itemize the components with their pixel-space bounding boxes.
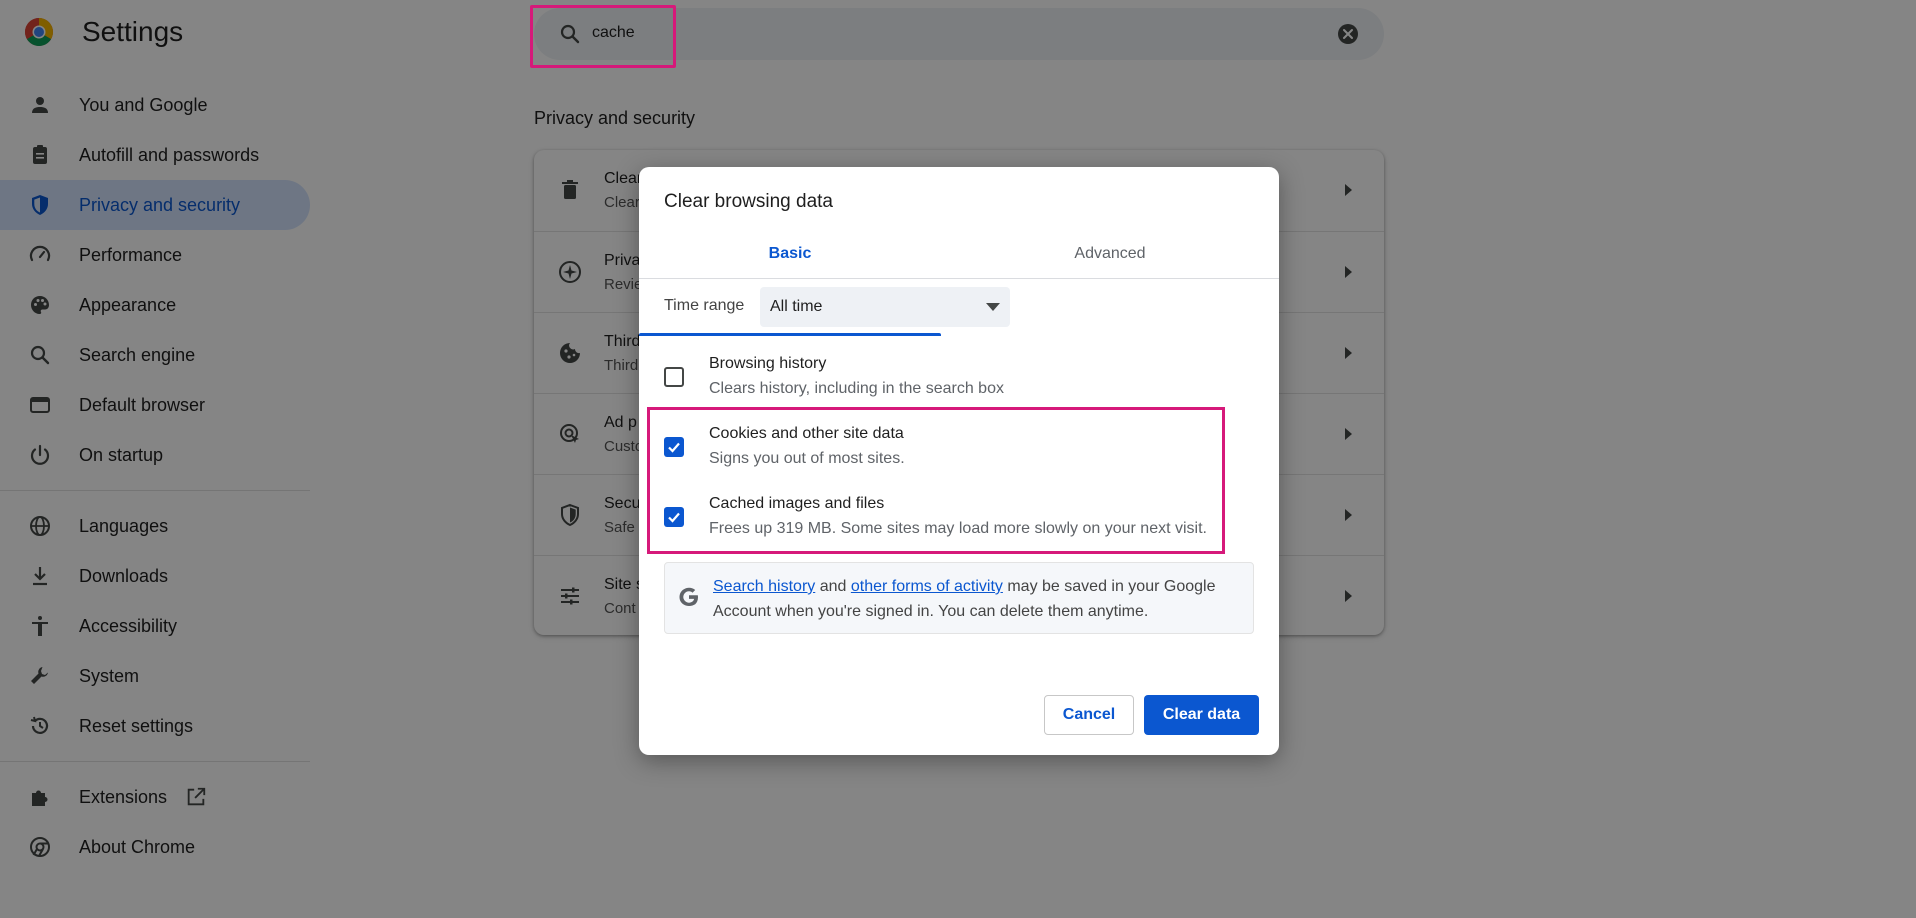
dialog-tabs: Basic Advanced [639, 229, 1279, 336]
option-title: Browsing history [709, 355, 827, 372]
tab-advanced[interactable]: Advanced [941, 229, 1279, 279]
active-tab-indicator [639, 333, 941, 336]
notice-text-part: and [815, 578, 851, 595]
notice-text: Search history and other forms of activi… [713, 574, 1233, 624]
option-browsing-history[interactable]: Browsing history Clears history, includi… [664, 355, 1254, 415]
search-history-link[interactable]: Search history [713, 578, 815, 595]
time-range-select[interactable]: All time [760, 287, 1010, 327]
other-activity-link[interactable]: other forms of activity [851, 578, 1003, 595]
time-range-value: All time [770, 298, 823, 315]
tab-basic[interactable]: Basic [639, 229, 941, 279]
options-highlight-box [647, 407, 1225, 554]
dropdown-arrow-icon [986, 303, 1000, 311]
option-subtitle: Clears history, including in the search … [709, 380, 1004, 397]
dialog-title: Clear browsing data [664, 191, 833, 212]
clear-data-button[interactable]: Clear data [1144, 695, 1259, 735]
google-g-icon [679, 587, 698, 606]
browsing-history-checkbox[interactable] [664, 367, 684, 387]
time-range-label: Time range [664, 297, 745, 314]
search-highlight-box [530, 5, 676, 68]
google-activity-notice: Search history and other forms of activi… [664, 562, 1254, 634]
cancel-button[interactable]: Cancel [1044, 695, 1134, 735]
